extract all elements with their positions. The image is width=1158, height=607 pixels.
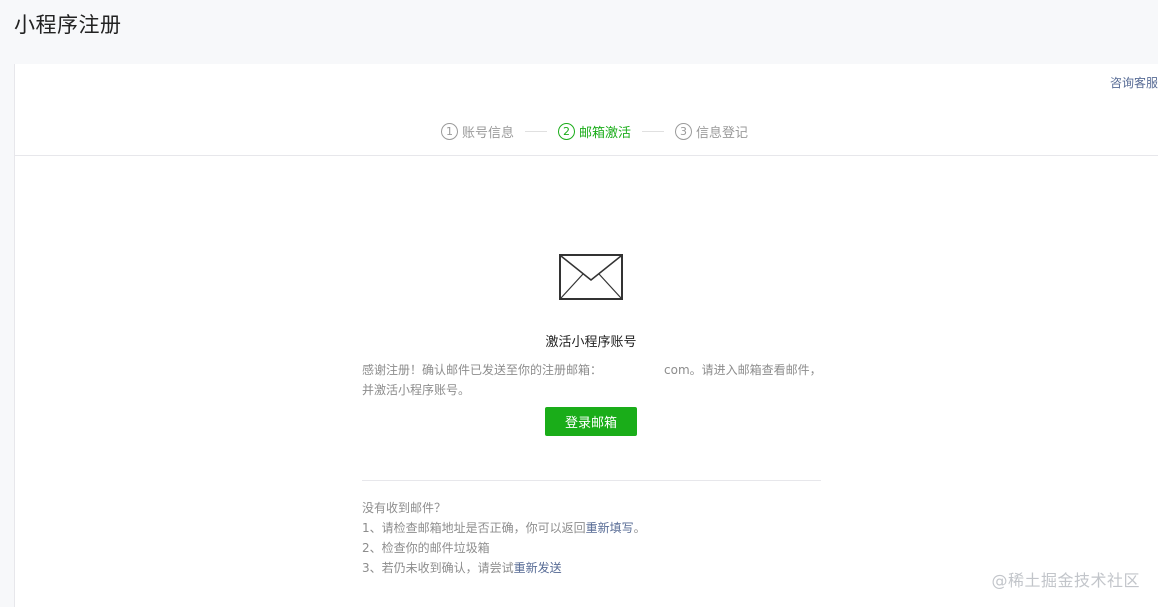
main-panel: 咨询客服 1 账号信息 2 邮箱激活 3 信息登记 激活小程序账号 感谢注册！确… bbox=[14, 64, 1158, 607]
watermark: @稀土掘金技术社区 bbox=[991, 571, 1140, 590]
step-number-1: 1 bbox=[441, 122, 458, 140]
resend-link[interactable]: 重新发送 bbox=[514, 561, 562, 575]
page-title: 小程序注册 bbox=[14, 13, 122, 37]
help-question: 没有收到邮件？ bbox=[362, 501, 447, 515]
step-email-activation: 2 邮箱激活 bbox=[558, 122, 631, 141]
confirmation-text-start: 感谢注册！确认邮件已发送至你的注册邮箱： bbox=[362, 363, 603, 377]
help-section: 没有收到邮件？ 1、请检查邮箱地址是否正确，你可以返回重新填写。 2、检查你的邮… bbox=[362, 498, 646, 578]
step-info-registration: 3 信息登记 bbox=[675, 122, 748, 141]
help-tip-1: 1、请检查邮箱地址是否正确，你可以返回重新填写。 bbox=[362, 518, 646, 538]
section-divider bbox=[362, 480, 821, 481]
confirmation-message: 感谢注册！确认邮件已发送至你的注册邮箱： com。请进入邮箱查看邮件，并激活小程序… bbox=[362, 360, 824, 400]
step-label: 账号信息 bbox=[462, 125, 515, 141]
step-connector bbox=[642, 130, 665, 132]
step-connector bbox=[525, 130, 548, 132]
help-tip-text: 3、若仍未收到确认，请尝试 bbox=[362, 561, 514, 575]
step-account-info: 1 账号信息 bbox=[441, 122, 514, 141]
step-indicator: 1 账号信息 2 邮箱激活 3 信息登记 bbox=[441, 121, 748, 141]
step-label: 信息登记 bbox=[696, 125, 749, 141]
help-tip-text: 1、请检查邮箱地址是否正确，你可以返回 bbox=[362, 521, 586, 535]
header-divider bbox=[15, 155, 1158, 156]
consult-service-link[interactable]: 咨询客服 bbox=[1110, 74, 1158, 91]
help-tip-2: 2、检查你的邮件垃圾箱 bbox=[362, 541, 490, 555]
envelope-icon bbox=[559, 254, 623, 300]
step-label: 邮箱激活 bbox=[579, 125, 632, 141]
help-tip-3: 3、若仍未收到确认，请尝试重新发送 bbox=[362, 558, 646, 578]
step-number-3: 3 bbox=[675, 122, 693, 140]
help-tip-end: 。 bbox=[633, 521, 646, 535]
login-mailbox-button[interactable]: 登录邮箱 bbox=[545, 407, 637, 436]
step-number-2: 2 bbox=[558, 122, 576, 140]
refill-link[interactable]: 重新填写 bbox=[586, 521, 634, 535]
left-edge bbox=[0, 64, 14, 607]
activate-title: 激活小程序账号 bbox=[545, 335, 637, 350]
